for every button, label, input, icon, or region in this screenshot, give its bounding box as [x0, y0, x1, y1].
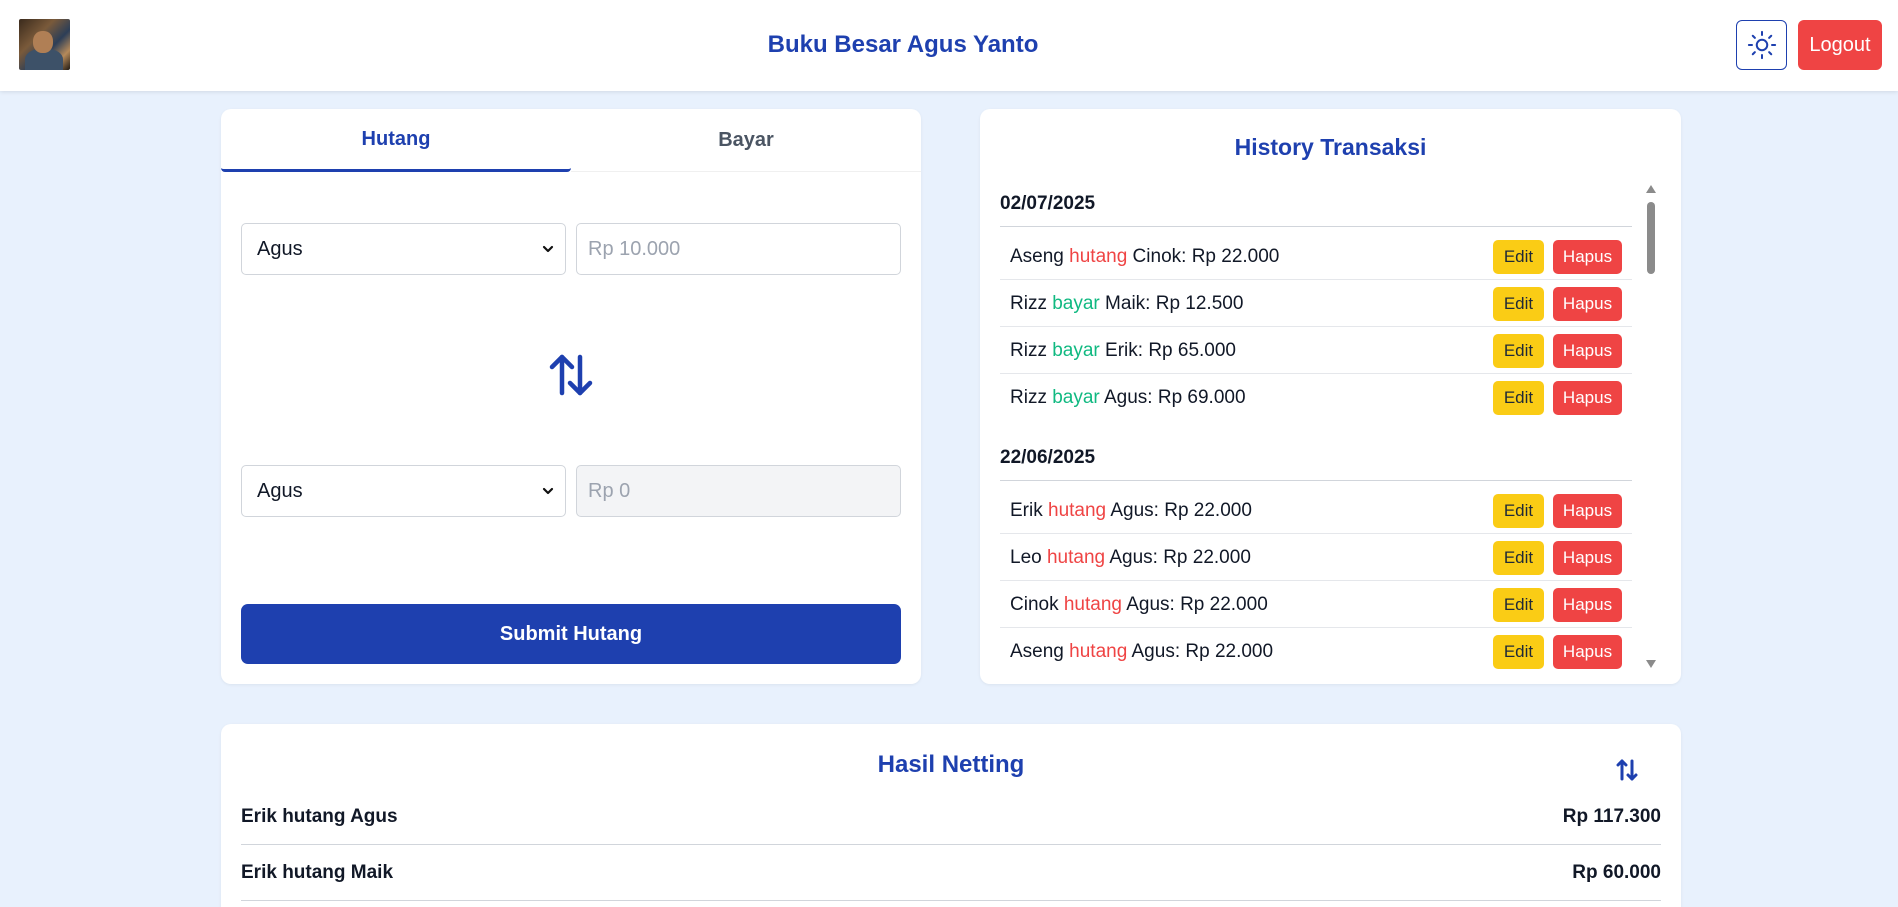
date-header: 22/06/2025 [1000, 443, 1632, 481]
scrollbar-thumb[interactable] [1647, 202, 1655, 274]
history-card: History Transaksi 02/07/2025 Aseng hutan… [980, 109, 1681, 684]
list-item: Aseng hutang Agus: Rp 22.000 Edit Hapus [1000, 628, 1632, 669]
transaction-text: Erik hutang Agus: Rp 22.000 [1010, 500, 1252, 521]
list-item: Aseng hutang Cinok: Rp 22.000 Edit Hapus [1000, 233, 1632, 280]
edit-button[interactable]: Edit [1493, 494, 1544, 528]
history-list[interactable]: 02/07/2025 Aseng hutang Cinok: Rp 22.000… [1000, 179, 1632, 669]
delete-button[interactable]: Hapus [1553, 541, 1622, 575]
transaction-text: Cinok hutang Agus: Rp 22.000 [1010, 594, 1268, 615]
sort-icon[interactable] [1615, 758, 1639, 782]
delete-button[interactable]: Hapus [1553, 240, 1622, 274]
list-item: Cinok hutang Agus: Rp 22.000 Edit Hapus [1000, 581, 1632, 628]
from-person-value: Agus [257, 237, 303, 260]
logout-button[interactable]: Logout [1798, 20, 1882, 70]
submit-hutang-button[interactable]: Submit Hutang [241, 604, 901, 664]
edit-button[interactable]: Edit [1493, 541, 1544, 575]
list-item: Rizz bayar Agus: Rp 69.000 Edit Hapus [1000, 374, 1632, 421]
delete-button[interactable]: Hapus [1553, 635, 1622, 669]
transaction-text: Aseng hutang Cinok: Rp 22.000 [1010, 246, 1280, 267]
netting-row: Erik hutang Agus Rp 117.300 [241, 789, 1661, 845]
transaction-text: Aseng hutang Agus: Rp 22.000 [1010, 641, 1274, 662]
netting-card: Hasil Netting Erik hutang Agus Rp 117.30… [221, 724, 1681, 907]
transaction-text: Rizz bayar Erik: Rp 65.000 [1010, 340, 1237, 361]
from-person-select[interactable]: Agus [241, 223, 566, 275]
netting-title: Hasil Netting [877, 751, 1025, 778]
netting-amount: Rp 60.000 [1572, 862, 1661, 883]
chevron-down-icon [542, 487, 554, 495]
edit-button[interactable]: Edit [1493, 635, 1544, 669]
list-item: Rizz bayar Erik: Rp 65.000 Edit Hapus [1000, 327, 1632, 374]
transaction-text: Rizz bayar Agus: Rp 69.000 [1010, 387, 1246, 408]
history-title: History Transaksi [1234, 134, 1427, 160]
list-item: Rizz bayar Maik: Rp 12.500 Edit Hapus [1000, 280, 1632, 327]
to-person-select[interactable]: Agus [241, 465, 566, 517]
app-header: Buku Besar Agus Yanto Logout [0, 0, 1898, 91]
history-scrollbar[interactable] [1643, 184, 1659, 669]
edit-button[interactable]: Edit [1493, 287, 1544, 321]
tab-bayar[interactable]: Bayar [571, 109, 921, 172]
netting-row: Erik hutang Maik Rp 60.000 [241, 845, 1661, 901]
scroll-down-arrow-icon[interactable] [1645, 659, 1657, 669]
netting-amount: Rp 117.300 [1562, 806, 1661, 827]
tab-divider [571, 171, 921, 172]
list-item: Leo hutang Agus: Rp 22.000 Edit Hapus [1000, 534, 1632, 581]
to-amount-input [576, 465, 901, 517]
delete-button[interactable]: Hapus [1553, 588, 1622, 622]
transaction-text: Rizz bayar Maik: Rp 12.500 [1010, 293, 1244, 314]
delete-button[interactable]: Hapus [1553, 494, 1622, 528]
theme-toggle-button[interactable] [1736, 20, 1787, 70]
transaction-form-card: Hutang Bayar Agus Agus Submit Hutang [221, 109, 921, 684]
tab-bar: Hutang Bayar [221, 109, 921, 172]
scroll-up-arrow-icon[interactable] [1645, 184, 1657, 194]
tab-hutang[interactable]: Hutang [221, 109, 571, 172]
edit-button[interactable]: Edit [1493, 381, 1544, 415]
swap-vertical-icon[interactable] [548, 352, 594, 398]
date-header: 02/07/2025 [1000, 189, 1632, 227]
edit-button[interactable]: Edit [1493, 240, 1544, 274]
list-item: Erik hutang Agus: Rp 22.000 Edit Hapus [1000, 487, 1632, 534]
delete-button[interactable]: Hapus [1553, 381, 1622, 415]
transaction-text: Leo hutang Agus: Rp 22.000 [1010, 547, 1251, 568]
sun-icon [1747, 30, 1776, 60]
chevron-down-icon [542, 245, 554, 253]
to-person-value: Agus [257, 479, 303, 502]
page-title: Buku Besar Agus Yanto [767, 31, 1039, 58]
edit-button[interactable]: Edit [1493, 588, 1544, 622]
delete-button[interactable]: Hapus [1553, 287, 1622, 321]
edit-button[interactable]: Edit [1493, 334, 1544, 368]
from-amount-input[interactable] [576, 223, 901, 275]
netting-label: Erik hutang Maik [241, 862, 394, 883]
netting-label: Erik hutang Agus [241, 806, 398, 827]
delete-button[interactable]: Hapus [1553, 334, 1622, 368]
